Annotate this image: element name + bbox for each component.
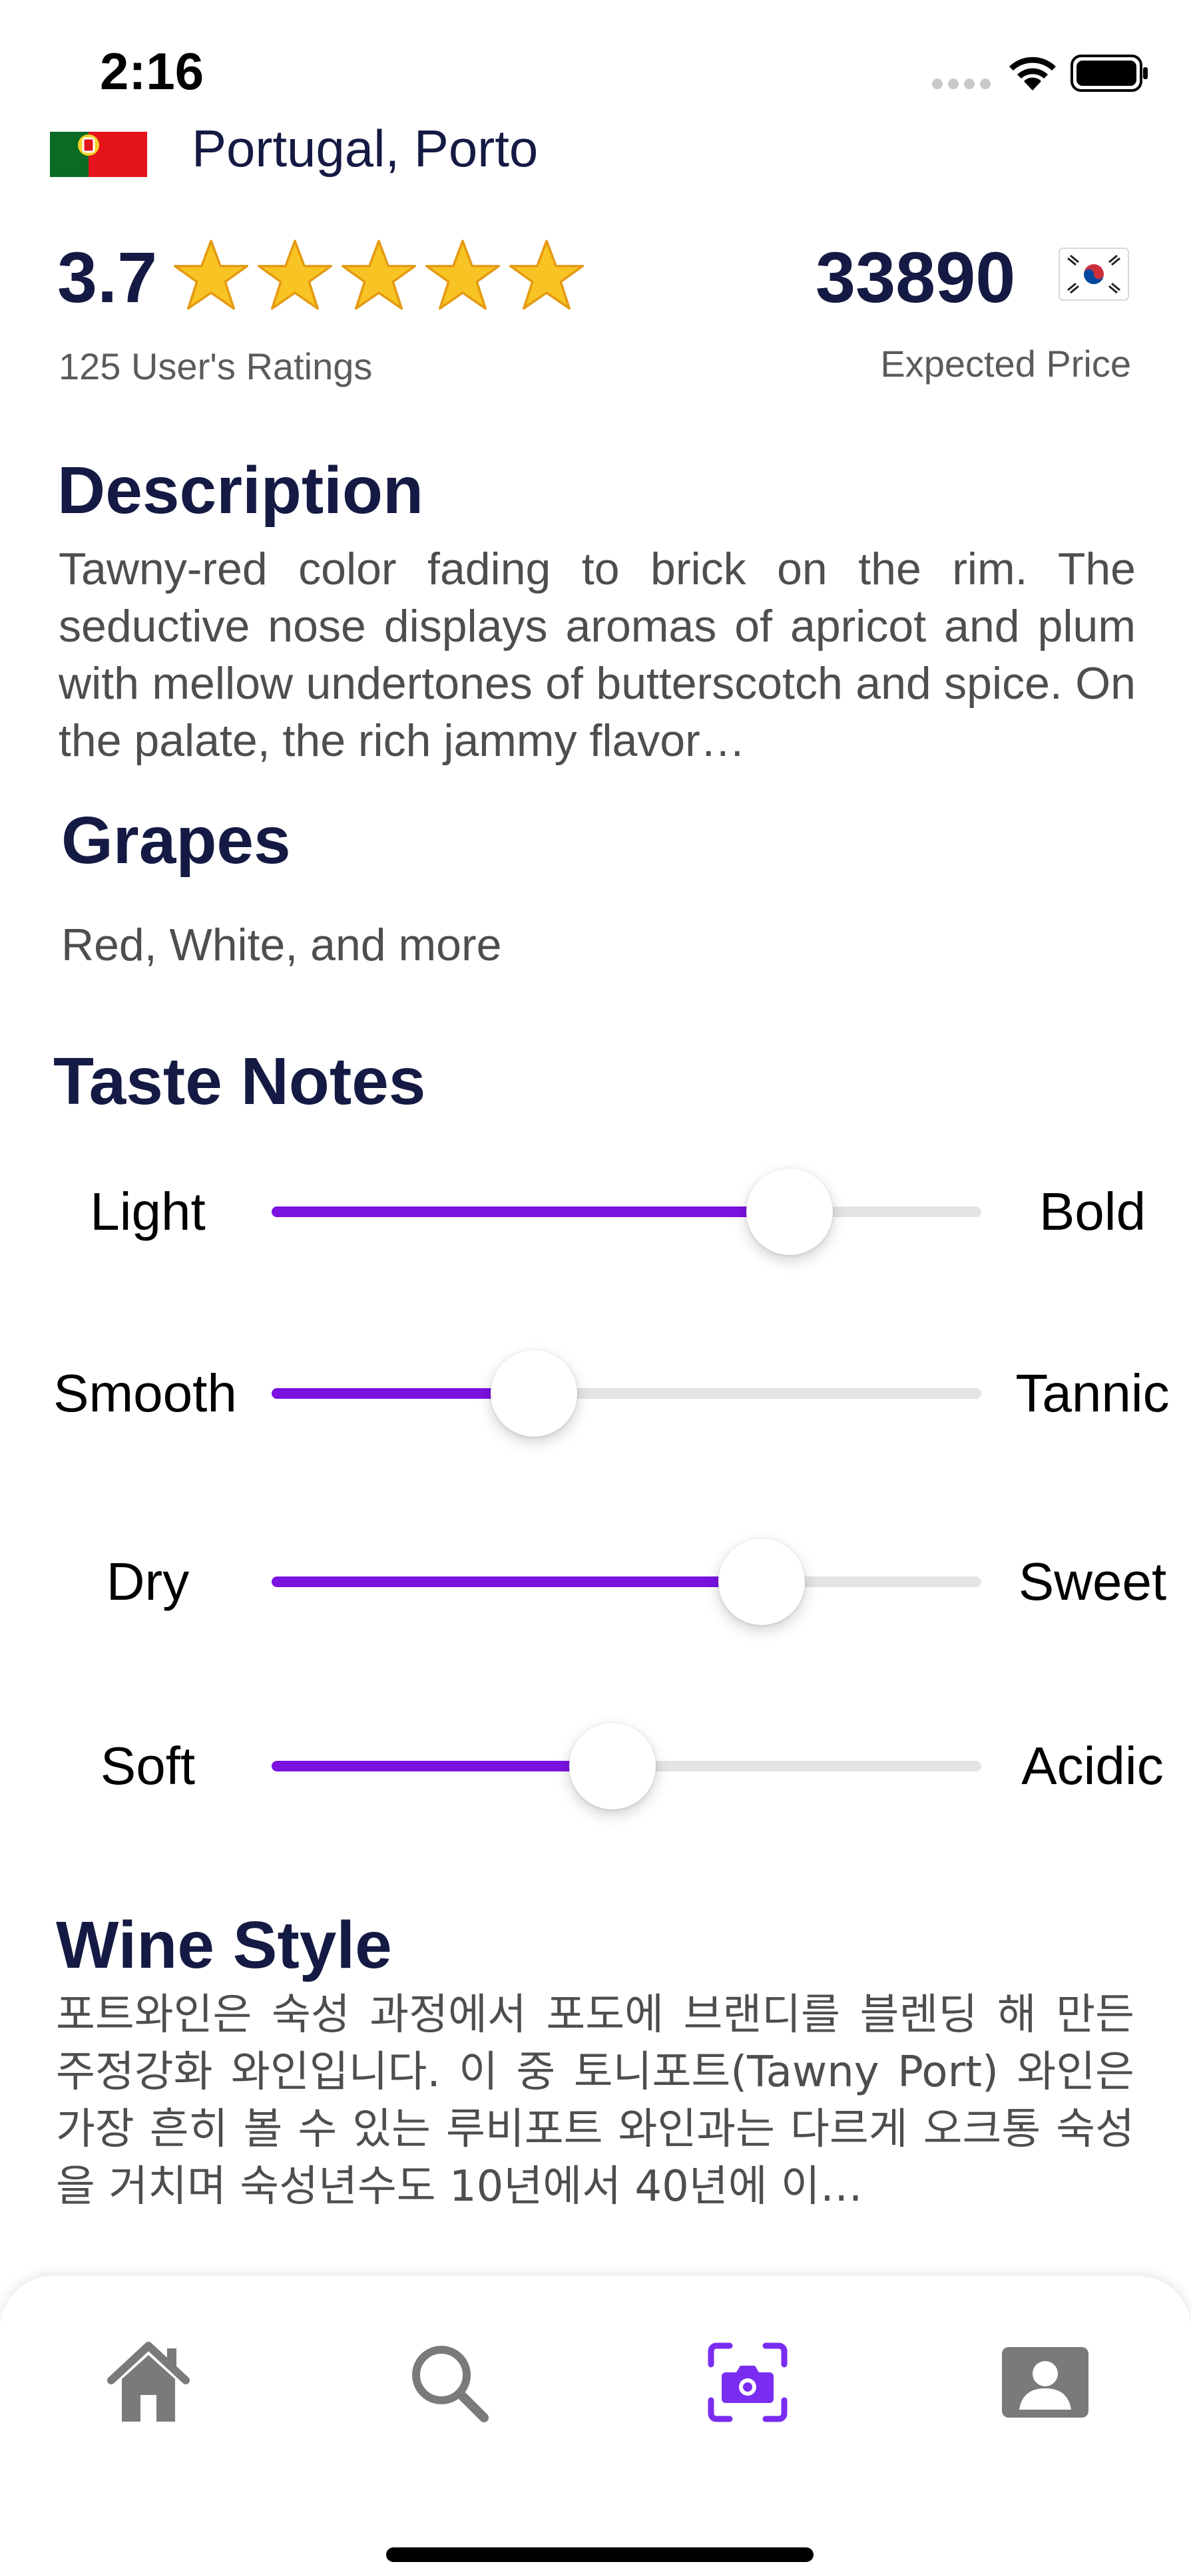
slider-thumb[interactable] [746, 1169, 834, 1255]
wine-style-title: Wine Style [56, 1908, 392, 1982]
dry-sweet-slider[interactable] [272, 1576, 981, 1587]
status-time: 2:16 [100, 42, 204, 100]
smooth-tannic-slider[interactable] [272, 1388, 981, 1399]
home-indicator [386, 2547, 814, 2562]
search-icon [412, 2346, 489, 2422]
slider-smooth-label: Smooth [53, 1364, 237, 1423]
south-korea-flag-icon [1059, 248, 1129, 301]
profile-icon [1002, 2347, 1088, 2418]
slider-thumb[interactable] [718, 1539, 805, 1625]
home-icon [107, 2342, 190, 2422]
slider-bold-label: Bold [1039, 1182, 1146, 1241]
star-icon [173, 240, 249, 310]
star-icon [425, 240, 501, 310]
grapes-text: Red, White, and more [61, 920, 502, 970]
rating-value: 3.7 [57, 237, 158, 317]
tab-camera-scan[interactable] [694, 2329, 801, 2436]
tab-profile[interactable] [992, 2329, 1098, 2436]
grapes-title: Grapes [61, 803, 291, 878]
description-text: Tawny-red color fading to brick on the r… [59, 544, 1136, 766]
tab-search[interactable] [395, 2329, 502, 2436]
price-label: Expected Price [880, 343, 1131, 385]
star-icon [341, 240, 417, 310]
rating-stars [172, 236, 586, 315]
tab-home[interactable] [95, 2329, 202, 2436]
slider-tannic-label: Tannic [1015, 1364, 1170, 1423]
signal-dots-icon [932, 79, 991, 89]
wine-style-text: 포트와인은 숙성 과정에서 포도에 브랜디를 블렌딩 해 만든 주정강화 와인입… [56, 1990, 1134, 2211]
battery-icon [1071, 55, 1148, 92]
light-bold-slider[interactable] [272, 1206, 981, 1217]
taste-notes-title: Taste Notes [53, 1044, 426, 1119]
slider-acidic-label: Acidic [1021, 1736, 1164, 1795]
star-icon [509, 240, 585, 310]
wifi-icon [1009, 57, 1056, 91]
rating-count: 125 User's Ratings [59, 345, 373, 387]
slider-thumb[interactable] [491, 1350, 578, 1437]
wine-location: Portugal, Porto [192, 119, 539, 178]
slider-fill [272, 1761, 612, 1771]
slider-thumb[interactable] [569, 1723, 656, 1809]
description-title: Description [57, 453, 424, 528]
slider-soft-label: Soft [100, 1736, 196, 1795]
star-icon [257, 240, 333, 310]
expected-price: 33890 [816, 237, 1016, 317]
slider-light-label: Light [90, 1182, 206, 1241]
slider-dry-label: Dry [106, 1552, 190, 1611]
portugal-flag-icon [50, 132, 147, 177]
slider-fill [272, 1576, 762, 1587]
slider-fill [272, 1206, 790, 1217]
camera-scan-icon [708, 2342, 788, 2422]
slider-sweet-label: Sweet [1018, 1552, 1167, 1611]
